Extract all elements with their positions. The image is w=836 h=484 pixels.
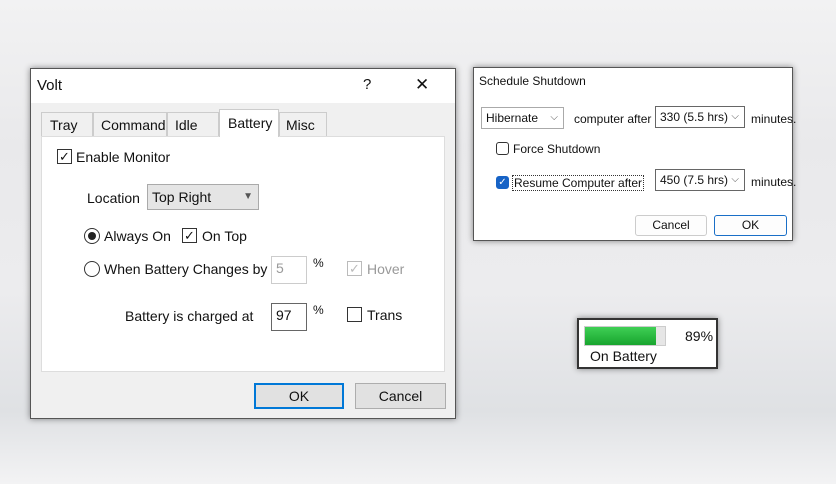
battery-percent: 89% — [685, 328, 714, 344]
ok-button[interactable]: OK — [714, 215, 787, 236]
changes-input[interactable]: 5 — [271, 256, 307, 284]
tab-tray[interactable]: Tray — [41, 112, 93, 136]
battery-panel: ✓ Enable Monitor Location Top Right ▼ Alw… — [41, 136, 445, 372]
tab-idle[interactable]: Idle — [167, 112, 219, 136]
tab-battery[interactable]: Battery — [219, 109, 279, 137]
volt-dialog: Volt ? ✕ Tray Command Idle Battery Misc … — [30, 68, 456, 419]
chevron-down-icon: ▼ — [243, 191, 253, 202]
battery-level-bar — [584, 326, 666, 346]
enable-monitor-checkbox[interactable]: ✓ — [57, 149, 72, 164]
charged-input[interactable]: 97 — [271, 303, 307, 331]
battery-widget: 89% On Battery — [577, 318, 718, 369]
force-shutdown-checkbox[interactable] — [496, 142, 509, 155]
ok-button[interactable]: OK — [254, 383, 344, 409]
schedule-shutdown-dialog: Schedule Shutdown Hibernate ⌵ computer af… — [473, 67, 796, 241]
on-top-checkbox[interactable]: ✓ — [182, 228, 197, 243]
cancel-button[interactable]: Cancel — [635, 215, 707, 236]
action-dropdown[interactable]: Hibernate ⌵ — [481, 107, 564, 129]
battery-level-fill — [585, 327, 657, 345]
trans-checkbox[interactable] — [347, 307, 362, 322]
always-on-radio[interactable] — [84, 228, 100, 244]
dialog-title: Volt — [37, 77, 63, 94]
resume-checkbox[interactable]: ✓ — [496, 176, 509, 189]
tab-misc[interactable]: Misc — [279, 112, 327, 136]
battery-status: On Battery — [590, 348, 657, 364]
tab-command[interactable]: Command — [93, 112, 167, 136]
close-icon[interactable]: ✕ — [415, 75, 429, 95]
help-button[interactable]: ? — [363, 76, 371, 93]
after-dropdown[interactable]: 330 (5.5 hrs) ⌵ — [655, 106, 745, 128]
resume-dropdown[interactable]: 450 (7.5 hrs) ⌵ — [655, 169, 745, 191]
hover-checkbox[interactable]: ✓ — [347, 261, 362, 276]
when-changes-radio[interactable] — [84, 261, 100, 277]
title-bar: Schedule Shutdown — [474, 68, 792, 94]
chevron-down-icon: ⌵ — [550, 112, 558, 123]
location-dropdown[interactable]: Top Right ▼ — [147, 184, 259, 210]
chevron-down-icon: ⌵ — [731, 174, 739, 185]
chevron-down-icon: ⌵ — [731, 111, 739, 122]
title-bar: Volt ? ✕ — [31, 69, 455, 103]
cancel-button[interactable]: Cancel — [355, 383, 446, 409]
